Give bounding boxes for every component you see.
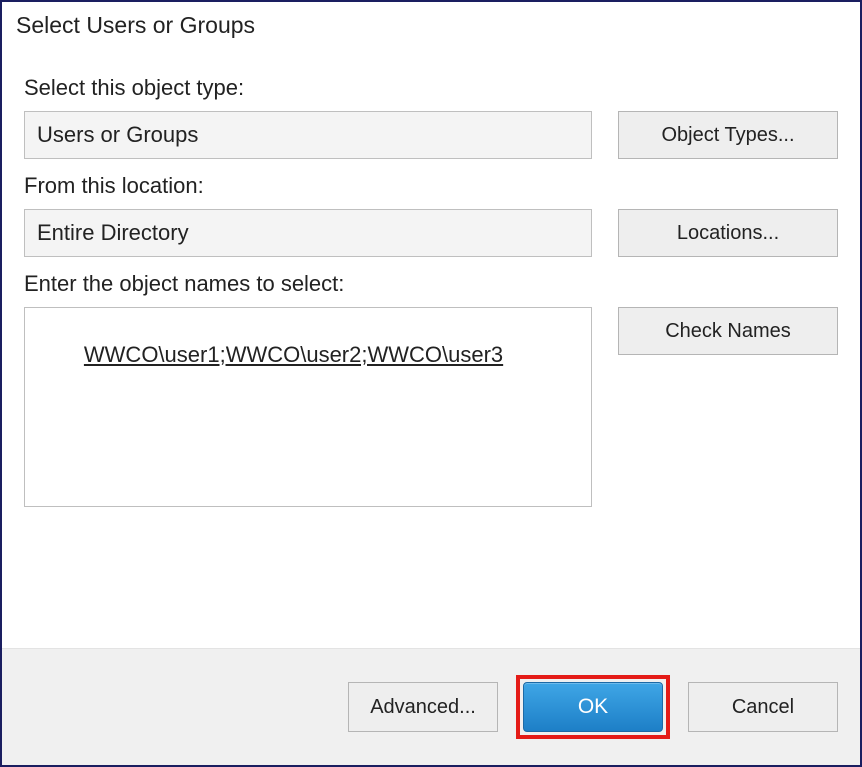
ok-button[interactable]: OK bbox=[523, 682, 663, 732]
object-names-text: WWCO\user1;WWCO\user2;WWCO\user3 bbox=[84, 342, 503, 367]
object-types-button[interactable]: Object Types... bbox=[618, 111, 838, 159]
object-names-input[interactable]: WWCO\user1;WWCO\user2;WWCO\user3 bbox=[24, 307, 592, 507]
check-names-button[interactable]: Check Names bbox=[618, 307, 838, 355]
dialog-footer: Advanced... OK Cancel bbox=[2, 648, 860, 765]
select-users-groups-dialog: Select Users or Groups Select this objec… bbox=[0, 0, 862, 767]
locations-button[interactable]: Locations... bbox=[618, 209, 838, 257]
ok-button-highlight: OK bbox=[516, 675, 670, 739]
location-label: From this location: bbox=[24, 173, 838, 199]
cancel-button[interactable]: Cancel bbox=[688, 682, 838, 732]
dialog-title: Select Users or Groups bbox=[2, 2, 860, 43]
dialog-content: Select this object type: Users or Groups… bbox=[2, 43, 860, 648]
object-type-label: Select this object type: bbox=[24, 75, 838, 101]
location-value: Entire Directory bbox=[24, 209, 592, 257]
object-names-label: Enter the object names to select: bbox=[24, 271, 838, 297]
object-type-value: Users or Groups bbox=[24, 111, 592, 159]
advanced-button[interactable]: Advanced... bbox=[348, 682, 498, 732]
